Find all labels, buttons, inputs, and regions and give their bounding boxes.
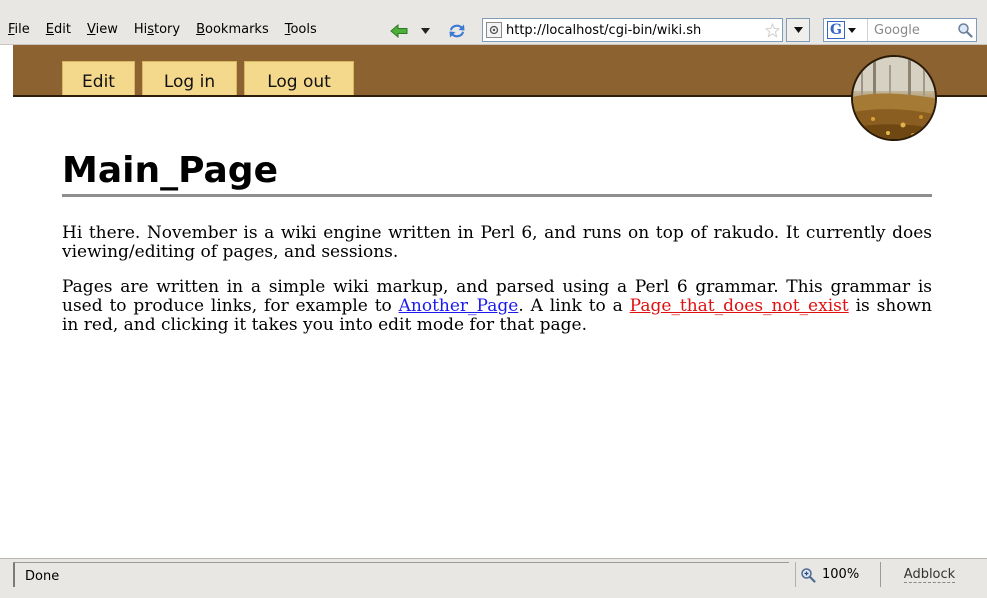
autumn-forest-image <box>853 57 935 139</box>
zoom-level: 100% <box>822 567 860 582</box>
tab-log-out[interactable]: Log out <box>244 61 354 95</box>
search-icon[interactable] <box>954 22 976 38</box>
chevron-down-icon <box>848 27 856 33</box>
history-dropdown-button[interactable] <box>418 21 432 41</box>
bookmark-star-icon[interactable] <box>762 22 782 38</box>
tab-edit[interactable]: Edit <box>62 61 135 95</box>
paragraph-markup: Pages are written in a simple wiki marku… <box>62 278 932 335</box>
url-text[interactable]: http://localhost/cgi-bin/wiki.sh <box>506 23 762 38</box>
chevron-down-icon <box>420 28 430 34</box>
status-bar: Done 100% Adblock <box>0 558 987 598</box>
zoom-icon <box>801 567 816 583</box>
wiki-tabs: Edit Log in Log out <box>62 61 354 95</box>
back-arrow-icon <box>390 24 408 38</box>
back-button[interactable] <box>388 21 410 41</box>
paragraph-text: . A link to a <box>518 296 630 316</box>
page-icon <box>486 22 502 38</box>
zoom-control[interactable]: 100% <box>795 562 879 587</box>
status-text: Done <box>13 562 789 587</box>
reload-icon <box>449 24 465 38</box>
url-history-dropdown[interactable] <box>786 18 810 42</box>
paragraph-intro: Hi there. November is a wiki engine writ… <box>62 223 932 262</box>
menu-history[interactable]: History <box>126 20 188 40</box>
wiki-header-bar: Edit Log in Log out <box>13 45 987 97</box>
page-content: Hi there. November is a wiki engine writ… <box>62 224 932 351</box>
wiki-link-existing[interactable]: Another_Page <box>399 296 519 316</box>
wiki-link-missing[interactable]: Page_that_does_not_exist <box>630 296 849 316</box>
search-engine-selector[interactable]: G <box>824 19 868 41</box>
menu-file[interactable]: File <box>4 20 38 40</box>
page-title: Main_Page <box>62 148 932 197</box>
menu-view[interactable]: View <box>79 20 126 40</box>
browser-toolbar: File Edit View History Bookmarks Tools h… <box>0 0 987 45</box>
tab-log-in[interactable]: Log in <box>142 61 237 95</box>
menu-bar: File Edit View History Bookmarks Tools <box>4 20 325 40</box>
search-bar[interactable]: G Google <box>823 18 977 42</box>
menu-bookmarks[interactable]: Bookmarks <box>188 20 277 40</box>
chevron-down-icon <box>793 27 803 33</box>
menu-tools[interactable]: Tools <box>277 20 325 40</box>
site-logo[interactable] <box>851 55 937 141</box>
adblock-button[interactable]: Adblock <box>880 562 978 587</box>
address-bar[interactable]: http://localhost/cgi-bin/wiki.sh <box>482 18 783 42</box>
google-icon: G <box>827 21 845 39</box>
search-input[interactable]: Google <box>868 23 954 38</box>
menu-edit[interactable]: Edit <box>38 20 79 40</box>
adblock-label: Adblock <box>903 566 956 583</box>
reload-button[interactable] <box>446 21 468 41</box>
